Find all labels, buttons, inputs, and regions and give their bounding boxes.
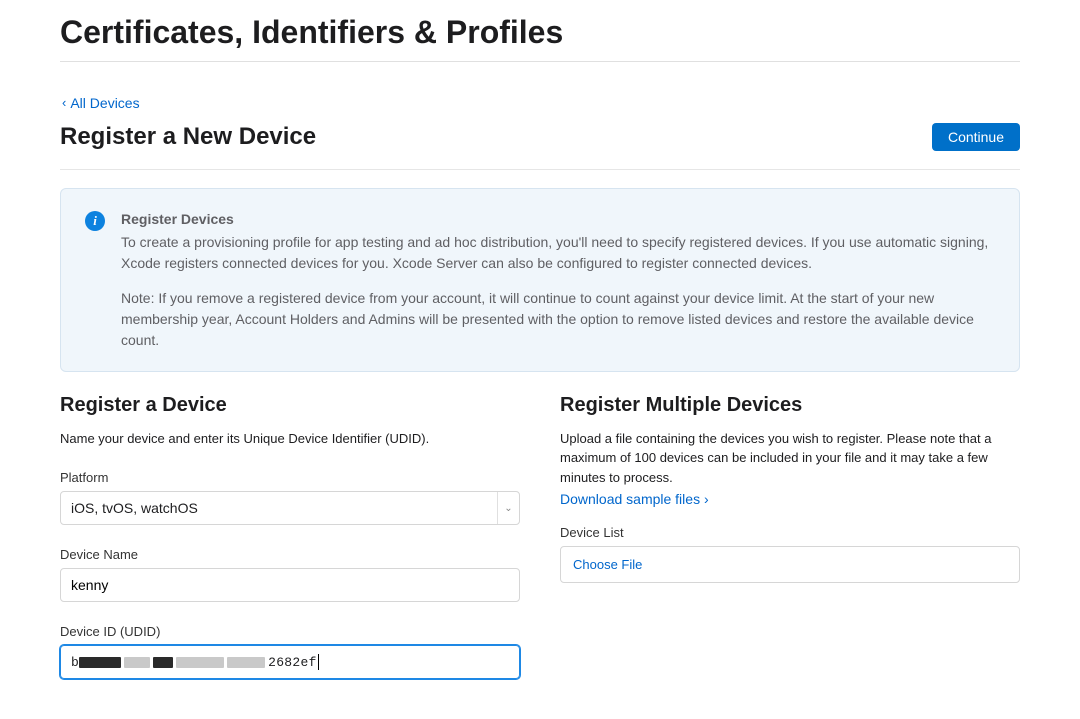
chevron-left-icon: ‹	[62, 95, 66, 110]
device-list-file-input[interactable]: Choose File	[560, 546, 1020, 583]
info-title: Register Devices	[121, 209, 995, 230]
text-caret	[318, 654, 319, 670]
platform-label: Platform	[60, 470, 520, 485]
register-multiple-section: Register Multiple Devices Upload a file …	[560, 394, 1020, 680]
back-all-devices-link[interactable]: ‹ All Devices	[62, 95, 140, 111]
page-title: Certificates, Identifiers & Profiles	[60, 0, 1020, 62]
register-single-section: Register a Device Name your device and e…	[60, 394, 520, 680]
udid-prefix: b	[71, 655, 79, 670]
info-icon: i	[85, 211, 105, 231]
single-desc: Name your device and enter its Unique De…	[60, 429, 520, 449]
info-paragraph-2: Note: If you remove a registered device …	[121, 288, 995, 351]
single-title: Register a Device	[60, 394, 520, 417]
platform-select[interactable]: iOS, tvOS, watchOS	[60, 491, 520, 525]
device-list-label: Device List	[560, 525, 1020, 540]
page-subtitle: Register a New Device	[60, 123, 316, 151]
device-udid-input[interactable]: b 2682ef	[60, 645, 520, 679]
continue-button[interactable]: Continue	[932, 123, 1020, 151]
udid-suffix: 2682ef	[268, 655, 317, 670]
device-name-input[interactable]	[60, 568, 520, 602]
download-sample-files-link[interactable]: Download sample files ›	[560, 491, 709, 507]
back-link-label: All Devices	[70, 95, 139, 111]
device-udid-label: Device ID (UDID)	[60, 624, 520, 639]
device-name-label: Device Name	[60, 547, 520, 562]
multi-title: Register Multiple Devices	[560, 394, 1020, 417]
info-paragraph-1: To create a provisioning profile for app…	[121, 232, 995, 274]
choose-file-link[interactable]: Choose File	[573, 557, 642, 572]
multi-desc: Upload a file containing the devices you…	[560, 429, 1020, 488]
info-callout: i Register Devices To create a provision…	[60, 188, 1020, 372]
